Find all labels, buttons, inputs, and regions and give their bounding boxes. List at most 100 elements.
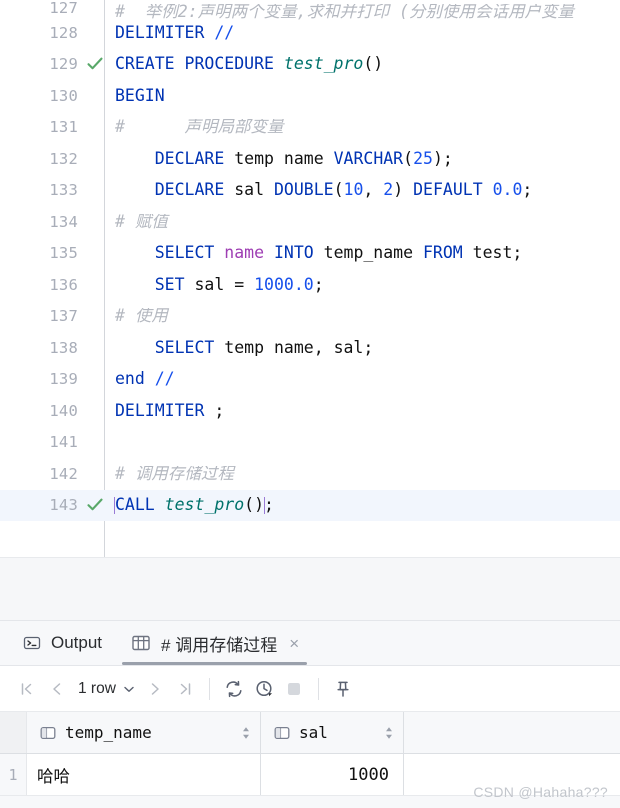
panel-tabs[interactable]: Output # 调用存储过程 × xyxy=(0,621,620,666)
cell-temp_name[interactable]: 哈哈 xyxy=(27,754,261,795)
token-punc: ; xyxy=(264,497,274,514)
code-line-141[interactable]: 141 xyxy=(0,427,620,459)
chevron-down-icon xyxy=(122,682,136,696)
token-kw: SELECT xyxy=(154,339,225,356)
sql-code-editor[interactable]: 127 # 举例2:声明两个变量,求和并打印 (分别使用会话用户变量 128 DELI… xyxy=(0,0,620,557)
token-kw: SELECT xyxy=(154,245,225,262)
code-text-133: DECLARE sal DOUBLE(10, 2) DEFAULT 0.0; xyxy=(108,182,620,199)
token-kw: VARCHAR xyxy=(333,150,404,167)
code-text-130: BEGIN xyxy=(108,88,620,105)
token-id xyxy=(115,340,155,357)
token-kw: DEFAULT xyxy=(413,182,493,199)
grid-header-cell-temp_name[interactable]: temp_name xyxy=(27,712,261,753)
row-count-dropdown[interactable]: 1 row xyxy=(72,680,140,698)
first-page-icon[interactable] xyxy=(12,674,42,704)
run-success-check-icon[interactable] xyxy=(82,495,108,515)
line-number-135: 135 xyxy=(49,244,78,263)
result-grid[interactable]: temp_name sal 1 哈哈 1000 xyxy=(0,712,620,808)
token-kw: CREATE PROCEDURE xyxy=(115,56,284,73)
code-text-128: DELIMITER // xyxy=(108,25,620,42)
token-fn: test_pro xyxy=(164,497,245,514)
grid-header-label-sal: sal xyxy=(299,723,328,742)
row-count-label: 1 row xyxy=(78,679,116,697)
code-line-135[interactable]: 135 SELECT name INTO temp_name FROM test… xyxy=(0,238,620,270)
token-id: sal xyxy=(234,182,274,199)
grid-header-cell-sal[interactable]: sal xyxy=(261,712,404,753)
code-line-132[interactable]: 132 DECLARE temp_name VARCHAR(25); xyxy=(0,143,620,175)
token-id: test xyxy=(472,245,513,262)
code-line-136[interactable]: 136 SET sal = 1000.0; xyxy=(0,269,620,301)
token-num: 1000.0 xyxy=(254,276,314,293)
code-line-128[interactable]: 128 DELIMITER // xyxy=(0,17,620,49)
column-icon xyxy=(39,724,57,742)
column-icon xyxy=(273,724,291,742)
line-number-132: 132 xyxy=(49,149,78,168)
sort-arrows-icon[interactable] xyxy=(240,724,252,742)
grid-header-filler xyxy=(404,712,620,753)
token-punc: ; xyxy=(313,276,324,293)
token-kw: BEGIN xyxy=(115,87,165,104)
code-line-137[interactable]: 137 # 使用 xyxy=(0,301,620,333)
tab-result-grid[interactable]: # 调用存储过程 × xyxy=(116,621,313,665)
line-number-129: 129 xyxy=(49,55,78,74)
token-kw: DECLARE xyxy=(154,182,235,199)
tab-output[interactable]: Output xyxy=(8,621,116,665)
line-number-142: 142 xyxy=(49,464,78,483)
previous-page-icon[interactable] xyxy=(42,674,72,704)
token-id: sal xyxy=(194,276,235,293)
row-index: 1 xyxy=(0,754,27,795)
pin-icon[interactable] xyxy=(328,674,358,704)
token-punc: () xyxy=(244,497,265,514)
token-punc: ( xyxy=(333,182,344,199)
token-punc: ; xyxy=(522,182,533,199)
token-num: // xyxy=(154,371,175,388)
code-line-142[interactable]: 142 # 调用存储过程 xyxy=(0,458,620,490)
result-toolbar[interactable]: 1 row xyxy=(0,666,620,712)
code-text-131: # 声明局部变量 xyxy=(108,119,620,136)
toolbar-divider-1 xyxy=(208,677,210,700)
run-success-check-icon[interactable] xyxy=(82,54,108,74)
toolbar-divider-2 xyxy=(317,677,319,700)
result-panel: Output # 调用存储过程 × 1 row temp_name sal 1 … xyxy=(0,621,620,808)
next-page-icon[interactable] xyxy=(140,674,170,704)
token-kw: DECLARE xyxy=(154,150,235,167)
line-number-127: 127 xyxy=(49,0,78,17)
code-lines-container[interactable]: 127 # 举例2:声明两个变量,求和并打印 (分别使用会话用户变量 128 DELI… xyxy=(0,0,620,521)
token-punc: ; xyxy=(512,245,523,262)
token-punc: ); xyxy=(432,150,453,167)
code-text-132: DECLARE temp_name VARCHAR(25); xyxy=(108,151,620,168)
code-text-142: # 调用存储过程 xyxy=(108,466,620,483)
token-num: 0.0 xyxy=(492,182,523,199)
code-line-140[interactable]: 140 DELIMITER ; xyxy=(0,395,620,427)
token-kw: DELIMITER xyxy=(115,402,215,419)
line-number-131: 131 xyxy=(49,118,78,137)
code-line-143[interactable]: 143 CALL test_pro(); xyxy=(0,489,620,521)
last-page-icon[interactable] xyxy=(170,674,200,704)
token-kw: DELIMITER xyxy=(115,24,215,41)
code-line-134[interactable]: 134 # 赋值 xyxy=(0,206,620,238)
history-clock-icon[interactable] xyxy=(249,674,279,704)
code-line-127[interactable]: 127 # 举例2:声明两个变量,求和并打印 (分别使用会话用户变量 xyxy=(0,0,620,19)
code-text-143: CALL test_pro(); xyxy=(108,497,620,514)
code-line-131[interactable]: 131 # 声明局部变量 xyxy=(0,112,620,144)
sort-arrows-icon[interactable] xyxy=(383,724,395,742)
close-icon[interactable]: × xyxy=(286,635,299,652)
code-line-133[interactable]: 133 DECLARE sal DOUBLE(10, 2) DEFAULT 0.… xyxy=(0,175,620,207)
code-line-130[interactable]: 130 BEGIN xyxy=(0,80,620,112)
code-line-139[interactable]: 139 end // xyxy=(0,364,620,396)
line-number-130: 130 xyxy=(49,86,78,105)
token-cmt: # 使用 xyxy=(115,308,168,325)
panel-splitter-band[interactable] xyxy=(0,557,620,621)
cell-sal[interactable]: 1000 xyxy=(261,754,404,795)
code-line-129[interactable]: 129 CREATE PROCEDURE test_pro() xyxy=(0,49,620,81)
table-row[interactable]: 1 哈哈 1000 xyxy=(0,754,620,795)
line-number-137: 137 xyxy=(49,307,78,326)
line-number-138: 138 xyxy=(49,338,78,357)
code-line-138[interactable]: 138 SELECT temp_name, sal; xyxy=(0,332,620,364)
code-text-134: # 赋值 xyxy=(108,214,620,231)
code-text-137: # 使用 xyxy=(108,308,620,325)
token-cmt: # 声明局部变量 xyxy=(115,119,284,136)
tab-result-grid-label: # 调用存储过程 xyxy=(161,635,278,655)
refresh-icon[interactable] xyxy=(219,674,249,704)
stop-icon[interactable] xyxy=(279,674,309,704)
